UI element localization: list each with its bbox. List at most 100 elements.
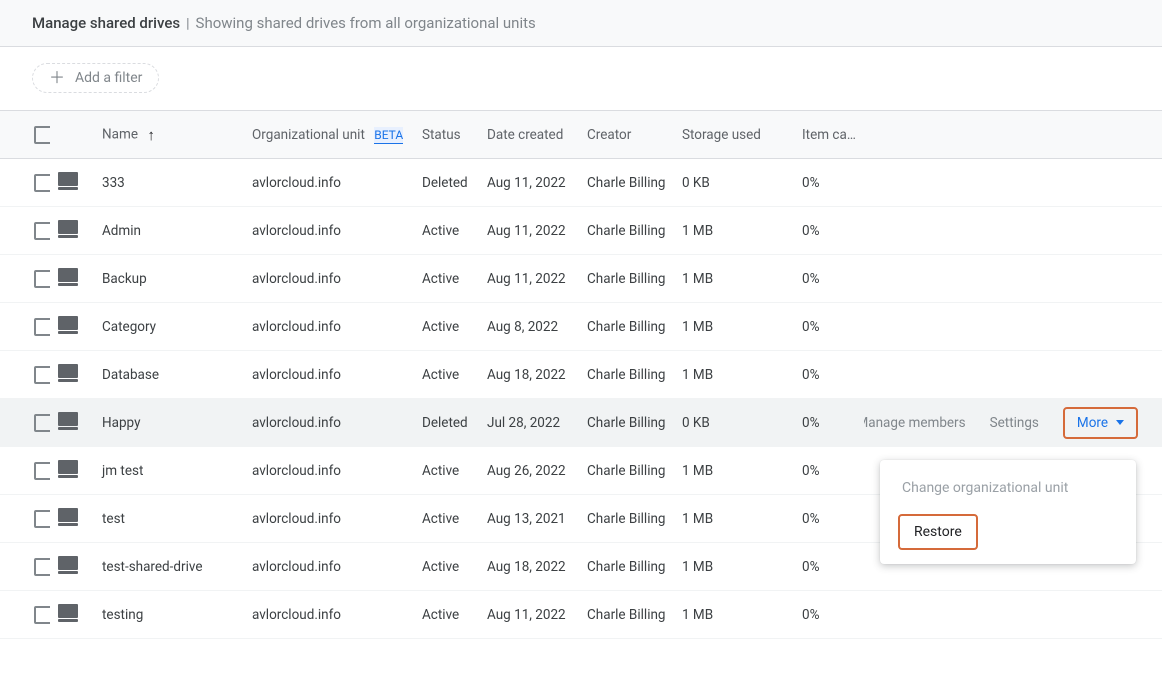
- creator: Charle Billing: [587, 607, 666, 623]
- storage-used: 1 MB: [682, 511, 713, 527]
- add-filter-button[interactable]: ＋ Add a filter: [32, 63, 159, 93]
- storage-used: 1 MB: [682, 559, 713, 575]
- item-cap: 0%: [802, 463, 819, 479]
- item-cap: 0%: [802, 559, 819, 575]
- table-row[interactable]: Category avlorcloud.info Active Aug 8, 2…: [0, 303, 1162, 351]
- drive-name: 333: [102, 175, 125, 191]
- row-checkbox[interactable]: [34, 366, 50, 384]
- more-button[interactable]: More: [1063, 407, 1138, 439]
- column-name[interactable]: Name ↑: [94, 111, 244, 159]
- column-creator[interactable]: Creator: [587, 127, 631, 143]
- header-separator: |: [186, 16, 189, 32]
- date-created: Aug 13, 2021: [487, 511, 566, 527]
- column-org-unit[interactable]: Organizational unit BETA: [244, 111, 414, 159]
- row-checkbox[interactable]: [34, 174, 50, 192]
- status-text: Active: [422, 511, 459, 527]
- creator: Charle Billing: [587, 559, 666, 575]
- status-text: Active: [422, 607, 459, 623]
- menu-item-restore[interactable]: Restore: [898, 514, 978, 550]
- row-checkbox[interactable]: [34, 558, 50, 576]
- status-text: Active: [422, 367, 459, 383]
- creator: Charle Billing: [587, 319, 666, 335]
- org-unit: avlorcloud.info: [252, 463, 341, 479]
- more-label: More: [1077, 415, 1108, 431]
- shared-drive-icon: [58, 171, 78, 191]
- item-cap: 0%: [802, 511, 819, 527]
- shared-drive-icon: [58, 411, 78, 431]
- table-row[interactable]: 333 avlorcloud.info Deleted Aug 11, 2022…: [0, 159, 1162, 207]
- row-checkbox[interactable]: [34, 462, 50, 480]
- item-cap: 0%: [802, 223, 819, 239]
- sort-ascending-icon: ↑: [147, 126, 155, 144]
- creator: Charle Billing: [587, 367, 666, 383]
- shared-drive-icon: [58, 555, 78, 575]
- filter-bar: ＋ Add a filter: [0, 47, 1162, 110]
- settings-button[interactable]: Settings: [990, 415, 1039, 431]
- item-cap: 0%: [802, 175, 819, 191]
- shared-drive-icon: [58, 267, 78, 287]
- row-checkbox[interactable]: [34, 510, 50, 528]
- table-row[interactable]: testing avlorcloud.info Active Aug 11, 2…: [0, 591, 1162, 639]
- drive-name: Backup: [102, 271, 147, 287]
- storage-used: 1 MB: [682, 463, 713, 479]
- date-created: Aug 11, 2022: [487, 175, 566, 191]
- creator: Charle Billing: [587, 415, 666, 431]
- storage-used: 0 KB: [682, 415, 710, 431]
- status-text: Active: [422, 271, 459, 287]
- row-checkbox[interactable]: [34, 270, 50, 288]
- shared-drive-icon: [58, 219, 78, 239]
- storage-used: 1 MB: [682, 607, 713, 623]
- drive-name: Happy: [102, 415, 140, 431]
- drive-name: testing: [102, 607, 143, 623]
- row-checkbox[interactable]: [34, 606, 50, 624]
- org-unit: avlorcloud.info: [252, 559, 341, 575]
- table-row[interactable]: Backup avlorcloud.info Active Aug 11, 20…: [0, 255, 1162, 303]
- status-text: Active: [422, 463, 459, 479]
- shared-drive-icon: [58, 507, 78, 527]
- column-date-created[interactable]: Date created: [487, 127, 563, 143]
- date-created: Aug 8, 2022: [487, 319, 558, 335]
- drive-name: Category: [102, 319, 156, 335]
- column-item-cap[interactable]: Item cap i: [794, 111, 864, 159]
- table-row[interactable]: Admin avlorcloud.info Active Aug 11, 202…: [0, 207, 1162, 255]
- org-unit: avlorcloud.info: [252, 367, 341, 383]
- item-cap: 0%: [802, 319, 819, 335]
- more-dropdown: Change organizational unit Restore: [880, 460, 1136, 564]
- status-text: Deleted: [422, 175, 468, 191]
- org-unit: avlorcloud.info: [252, 319, 341, 335]
- row-checkbox[interactable]: [34, 318, 50, 336]
- creator: Charle Billing: [587, 463, 666, 479]
- status-text: Deleted: [422, 415, 468, 431]
- add-filter-label: Add a filter: [75, 70, 142, 86]
- table-header-row: Name ↑ Organizational unit BETA Status D…: [0, 111, 1162, 159]
- status-text: Active: [422, 223, 459, 239]
- creator: Charle Billing: [587, 511, 666, 527]
- storage-used: 0 KB: [682, 175, 710, 191]
- row-checkbox[interactable]: [34, 222, 50, 240]
- page-header: Manage shared drives | Showing shared dr…: [0, 0, 1162, 47]
- creator: Charle Billing: [587, 271, 666, 287]
- item-cap: 0%: [802, 367, 819, 383]
- shared-drive-icon: [58, 315, 78, 335]
- storage-used: 1 MB: [682, 271, 713, 287]
- date-created: Aug 26, 2022: [487, 463, 566, 479]
- page-title: Manage shared drives: [32, 14, 180, 32]
- column-storage[interactable]: Storage used: [682, 127, 761, 143]
- table-row[interactable]: Happy avlorcloud.info Deleted Jul 28, 20…: [0, 399, 1162, 447]
- column-status[interactable]: Status: [422, 127, 461, 143]
- item-cap: 0%: [802, 271, 819, 287]
- select-all-checkbox[interactable]: [34, 126, 50, 144]
- manage-members-button[interactable]: Manage members: [864, 415, 966, 431]
- plus-icon: ＋: [49, 70, 65, 86]
- status-text: Active: [422, 319, 459, 335]
- storage-used: 1 MB: [682, 367, 713, 383]
- drive-name: Database: [102, 367, 159, 383]
- row-checkbox[interactable]: [34, 414, 50, 432]
- table-row[interactable]: Database avlorcloud.info Active Aug 18, …: [0, 351, 1162, 399]
- date-created: Aug 11, 2022: [487, 271, 566, 287]
- creator: Charle Billing: [587, 175, 666, 191]
- date-created: Jul 28, 2022: [487, 415, 560, 431]
- org-unit: avlorcloud.info: [252, 223, 341, 239]
- beta-badge: BETA: [374, 127, 403, 144]
- drive-name: test-shared-drive: [102, 559, 202, 575]
